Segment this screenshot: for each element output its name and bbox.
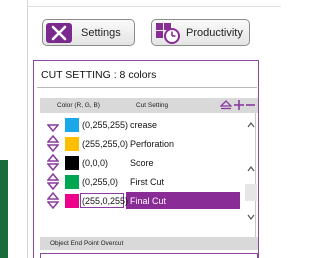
- move-up-down-icon[interactable]: [46, 191, 60, 210]
- overcut-label: Object End Point Overcut: [50, 240, 124, 247]
- header-tools: [219, 98, 255, 113]
- productivity-button[interactable]: Productivity: [151, 19, 250, 46]
- move-down-icon[interactable]: [46, 116, 60, 133]
- color-row-first-cut[interactable]: (0,255,0) First Cut: [40, 172, 240, 191]
- rgb-value: (0,255,255): [82, 120, 129, 130]
- color-swatch: [65, 194, 79, 208]
- rgb-value: (0,0,0): [82, 158, 109, 168]
- title-divider: [37, 87, 257, 88]
- overcut-section-header[interactable]: Object End Point Overcut: [40, 237, 258, 250]
- color-swatch: [65, 118, 79, 132]
- scroll-up-icon[interactable]: [247, 120, 255, 130]
- move-up-down-icon[interactable]: [46, 153, 60, 172]
- move-up-down-icon[interactable]: [46, 134, 60, 153]
- color-swatch: [65, 175, 79, 189]
- cut-table-header: Color (R, G, B) Cut Setting: [40, 98, 258, 113]
- cut-setting-title: CUT SETTING : 8 colors: [41, 69, 157, 81]
- collapse-triangle-icon[interactable]: [219, 99, 233, 113]
- scroll-down-icon[interactable]: [247, 212, 255, 222]
- cut-setting-column-header: Cut Setting: [136, 102, 169, 109]
- cut-setting-name[interactable]: crease: [130, 120, 157, 130]
- add-icon[interactable]: [234, 98, 244, 113]
- color-row-final-cut[interactable]: (255,0,255) Final Cut: [40, 191, 240, 210]
- scrollbar-thumb[interactable]: [245, 184, 257, 201]
- color-row-crease[interactable]: (0,255,255) crease: [40, 115, 240, 134]
- cut-setting-name[interactable]: Score: [130, 158, 154, 168]
- productivity-clock-icon: [154, 22, 182, 44]
- settings-button-label: Settings: [81, 26, 121, 39]
- scroll-up-icon[interactable]: [247, 164, 255, 174]
- cut-setting-name[interactable]: First Cut: [130, 177, 164, 187]
- left-green-edge: [0, 160, 8, 258]
- productivity-button-label: Productivity: [186, 26, 243, 39]
- color-row-perforation[interactable]: (255,255,0) Perforation: [40, 134, 240, 153]
- left-background-strip: [0, 0, 20, 258]
- rgb-value: (0,255,0): [82, 177, 119, 187]
- color-swatch: [65, 156, 79, 170]
- rgb-value: (255,0,255): [82, 196, 129, 206]
- scissors-icon: [45, 22, 73, 43]
- settings-button[interactable]: Settings: [42, 19, 135, 46]
- move-up-down-icon[interactable]: [46, 172, 60, 191]
- top-divider: [27, 6, 281, 7]
- overcut-panel-edge: [40, 253, 258, 258]
- rgb-value: (255,255,0): [82, 139, 129, 149]
- color-column-header: Color (R, G, B): [57, 102, 100, 109]
- remove-icon[interactable]: [246, 98, 255, 113]
- cut-setting-name[interactable]: Final Cut: [130, 196, 166, 206]
- color-row-score[interactable]: (0,0,0) Score: [40, 153, 240, 172]
- cut-setting-name[interactable]: Perforation: [130, 139, 174, 149]
- color-swatch: [65, 137, 79, 151]
